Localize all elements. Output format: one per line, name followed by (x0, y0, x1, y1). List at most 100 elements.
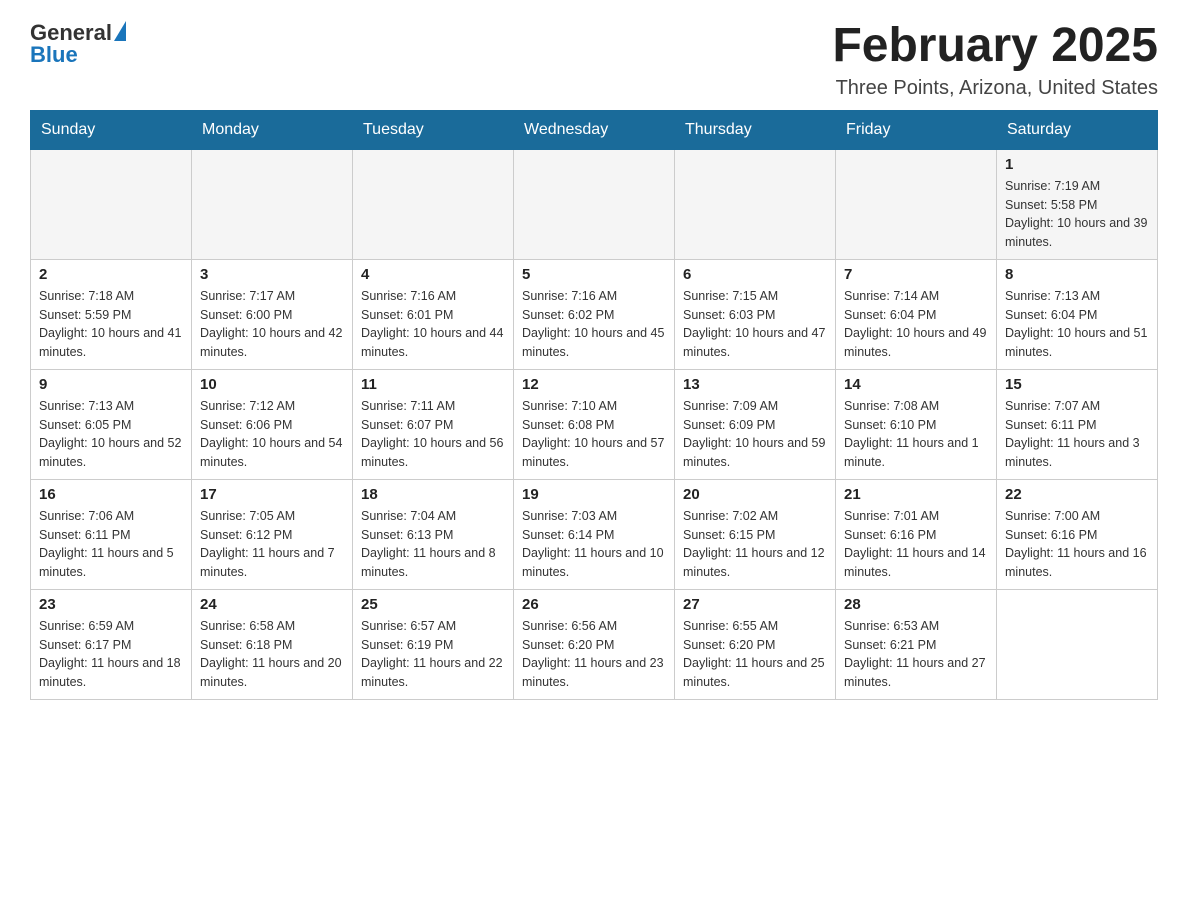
weekday-header-thursday: Thursday (675, 110, 836, 149)
day-number: 5 (522, 266, 666, 283)
calendar-day-cell: 5Sunrise: 7:16 AM Sunset: 6:02 PM Daylig… (514, 259, 675, 369)
calendar-day-cell (675, 149, 836, 259)
day-info: Sunrise: 7:08 AM Sunset: 6:10 PM Dayligh… (844, 397, 988, 472)
day-info: Sunrise: 6:59 AM Sunset: 6:17 PM Dayligh… (39, 617, 183, 692)
weekday-header-friday: Friday (836, 110, 997, 149)
weekday-header-saturday: Saturday (997, 110, 1158, 149)
calendar-day-cell: 14 Sunrise: 7:08 AM Sunset: 6:10 PM Dayli… (836, 369, 997, 479)
day-info: Sunrise: 7:05 AM Sunset: 6:12 PM Dayligh… (200, 507, 344, 582)
calendar-day-cell (192, 149, 353, 259)
day-info: Sunrise: 7:13 AM Sunset: 6:05 PM Dayligh… (39, 397, 183, 472)
calendar-day-cell: 23 Sunrise: 6:59 AM Sunset: 6:17 PM Dayli… (31, 589, 192, 699)
day-info: Sunrise: 7:13 AM Sunset: 6:04 PM Dayligh… (1005, 287, 1149, 362)
day-number: 27 (683, 596, 827, 613)
day-number: 11 (361, 376, 505, 393)
day-number: 1 (1005, 156, 1149, 173)
calendar-table: SundayMondayTuesdayWednesdayThursdayFrid… (30, 110, 1158, 700)
day-info: Sunrise: 6:53 AM Sunset: 6:21 PM Dayligh… (844, 617, 988, 692)
calendar-week-row: 16 Sunrise: 7:06 AM Sunset: 6:11 PM Dayli… (31, 479, 1158, 589)
day-info: Sunrise: 7:16 AM Sunset: 6:01 PM Dayligh… (361, 287, 505, 362)
calendar-week-row: 23 Sunrise: 6:59 AM Sunset: 6:17 PM Dayli… (31, 589, 1158, 699)
day-number: 22 (1005, 486, 1149, 503)
calendar-day-cell (353, 149, 514, 259)
day-info: Sunrise: 7:19 AM Sunset: 5:58 PM Dayligh… (1005, 177, 1149, 252)
calendar-day-cell: 8 Sunrise: 7:13 AM Sunset: 6:04 PM Daylig… (997, 259, 1158, 369)
calendar-week-row: 1 Sunrise: 7:19 AM Sunset: 5:58 PM Daylig… (31, 149, 1158, 259)
calendar-day-cell: 19 Sunrise: 7:03 AM Sunset: 6:14 PM Dayli… (514, 479, 675, 589)
weekday-header-sunday: Sunday (31, 110, 192, 149)
day-number: 6 (683, 266, 827, 283)
calendar-day-cell: 12Sunrise: 7:10 AM Sunset: 6:08 PM Dayli… (514, 369, 675, 479)
calendar-day-cell (836, 149, 997, 259)
calendar-day-cell: 1 Sunrise: 7:19 AM Sunset: 5:58 PM Daylig… (997, 149, 1158, 259)
calendar-day-cell (514, 149, 675, 259)
day-number: 14 (844, 376, 988, 393)
calendar-day-cell: 3 Sunrise: 7:17 AM Sunset: 6:00 PM Daylig… (192, 259, 353, 369)
logo: General Blue (30, 20, 126, 68)
calendar-week-row: 2Sunrise: 7:18 AM Sunset: 5:59 PM Daylig… (31, 259, 1158, 369)
day-number: 16 (39, 486, 183, 503)
day-number: 15 (1005, 376, 1149, 393)
calendar-day-cell: 26 Sunrise: 6:56 AM Sunset: 6:20 PM Dayli… (514, 589, 675, 699)
weekday-header-wednesday: Wednesday (514, 110, 675, 149)
day-number: 7 (844, 266, 988, 283)
location-subtitle: Three Points, Arizona, United States (832, 77, 1158, 100)
day-info: Sunrise: 7:11 AM Sunset: 6:07 PM Dayligh… (361, 397, 505, 472)
day-number: 9 (39, 376, 183, 393)
day-info: Sunrise: 6:55 AM Sunset: 6:20 PM Dayligh… (683, 617, 827, 692)
calendar-day-cell: 27 Sunrise: 6:55 AM Sunset: 6:20 PM Dayli… (675, 589, 836, 699)
calendar-day-cell: 9 Sunrise: 7:13 AM Sunset: 6:05 PM Daylig… (31, 369, 192, 479)
month-title: February 2025 (832, 20, 1158, 73)
day-info: Sunrise: 7:04 AM Sunset: 6:13 PM Dayligh… (361, 507, 505, 582)
calendar-day-cell: 18 Sunrise: 7:04 AM Sunset: 6:13 PM Dayli… (353, 479, 514, 589)
calendar-day-cell (31, 149, 192, 259)
calendar-day-cell: 15 Sunrise: 7:07 AM Sunset: 6:11 PM Dayli… (997, 369, 1158, 479)
day-number: 17 (200, 486, 344, 503)
day-info: Sunrise: 7:02 AM Sunset: 6:15 PM Dayligh… (683, 507, 827, 582)
day-number: 10 (200, 376, 344, 393)
day-info: Sunrise: 6:58 AM Sunset: 6:18 PM Dayligh… (200, 617, 344, 692)
day-number: 3 (200, 266, 344, 283)
calendar-day-cell: 20 Sunrise: 7:02 AM Sunset: 6:15 PM Dayli… (675, 479, 836, 589)
weekday-header-tuesday: Tuesday (353, 110, 514, 149)
day-number: 2 (39, 266, 183, 283)
day-info: Sunrise: 7:14 AM Sunset: 6:04 PM Dayligh… (844, 287, 988, 362)
calendar-day-cell: 28 Sunrise: 6:53 AM Sunset: 6:21 PM Dayli… (836, 589, 997, 699)
day-number: 23 (39, 596, 183, 613)
weekday-header-monday: Monday (192, 110, 353, 149)
day-number: 12 (522, 376, 666, 393)
day-number: 26 (522, 596, 666, 613)
day-info: Sunrise: 7:01 AM Sunset: 6:16 PM Dayligh… (844, 507, 988, 582)
day-number: 25 (361, 596, 505, 613)
calendar-day-cell (997, 589, 1158, 699)
calendar-day-cell: 13 Sunrise: 7:09 AM Sunset: 6:09 PM Dayli… (675, 369, 836, 479)
page-header: General Blue February 2025 Three Points,… (30, 20, 1158, 100)
day-number: 13 (683, 376, 827, 393)
calendar-week-row: 9 Sunrise: 7:13 AM Sunset: 6:05 PM Daylig… (31, 369, 1158, 479)
calendar-day-cell: 25Sunrise: 6:57 AM Sunset: 6:19 PM Dayli… (353, 589, 514, 699)
day-info: Sunrise: 7:12 AM Sunset: 6:06 PM Dayligh… (200, 397, 344, 472)
calendar-day-cell: 10 Sunrise: 7:12 AM Sunset: 6:06 PM Dayli… (192, 369, 353, 479)
day-info: Sunrise: 7:06 AM Sunset: 6:11 PM Dayligh… (39, 507, 183, 582)
day-number: 28 (844, 596, 988, 613)
calendar-day-cell: 4 Sunrise: 7:16 AM Sunset: 6:01 PM Daylig… (353, 259, 514, 369)
day-info: Sunrise: 7:00 AM Sunset: 6:16 PM Dayligh… (1005, 507, 1149, 582)
day-info: Sunrise: 6:56 AM Sunset: 6:20 PM Dayligh… (522, 617, 666, 692)
calendar-header-row: SundayMondayTuesdayWednesdayThursdayFrid… (31, 110, 1158, 149)
calendar-day-cell: 24Sunrise: 6:58 AM Sunset: 6:18 PM Dayli… (192, 589, 353, 699)
day-number: 18 (361, 486, 505, 503)
day-info: Sunrise: 7:07 AM Sunset: 6:11 PM Dayligh… (1005, 397, 1149, 472)
calendar-day-cell: 11 Sunrise: 7:11 AM Sunset: 6:07 PM Dayli… (353, 369, 514, 479)
day-number: 20 (683, 486, 827, 503)
day-info: Sunrise: 7:17 AM Sunset: 6:00 PM Dayligh… (200, 287, 344, 362)
calendar-day-cell: 17 Sunrise: 7:05 AM Sunset: 6:12 PM Dayli… (192, 479, 353, 589)
day-info: Sunrise: 7:03 AM Sunset: 6:14 PM Dayligh… (522, 507, 666, 582)
day-info: Sunrise: 7:09 AM Sunset: 6:09 PM Dayligh… (683, 397, 827, 472)
calendar-day-cell: 2Sunrise: 7:18 AM Sunset: 5:59 PM Daylig… (31, 259, 192, 369)
day-info: Sunrise: 7:15 AM Sunset: 6:03 PM Dayligh… (683, 287, 827, 362)
title-block: February 2025 Three Points, Arizona, Uni… (832, 20, 1158, 100)
day-number: 4 (361, 266, 505, 283)
day-number: 8 (1005, 266, 1149, 283)
calendar-day-cell: 22 Sunrise: 7:00 AM Sunset: 6:16 PM Dayli… (997, 479, 1158, 589)
day-number: 19 (522, 486, 666, 503)
